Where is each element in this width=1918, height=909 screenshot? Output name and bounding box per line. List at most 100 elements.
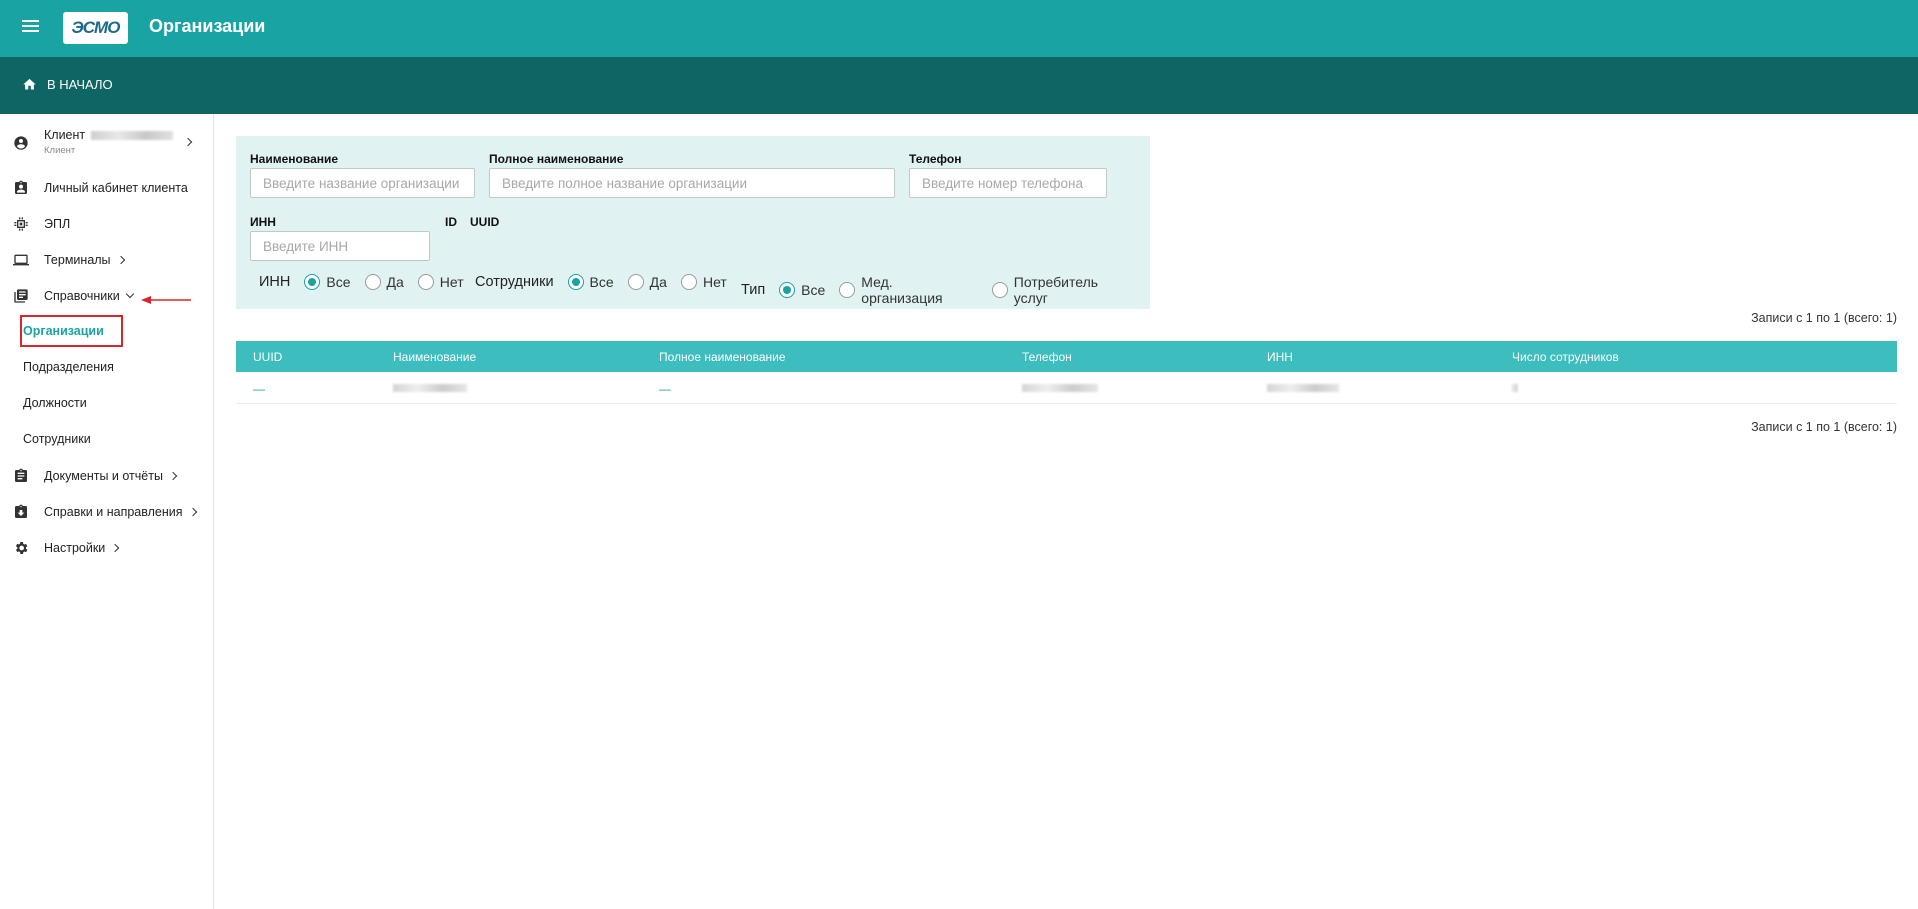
red-arrow-annotation xyxy=(141,296,191,304)
inn-filter-label: ИНН xyxy=(250,215,276,229)
breadcrumb-bar: В НАЧАЛО xyxy=(0,57,1918,114)
sidebar-item-documents[interactable]: Документы и отчёты xyxy=(0,462,213,490)
radio-label: Да xyxy=(386,274,404,290)
sidebar-item-certificates[interactable]: Справки и направления xyxy=(0,498,213,526)
inn-radio-all[interactable]: Все xyxy=(304,274,351,290)
home-link-label: В НАЧАЛО xyxy=(47,77,113,92)
inn-radio-yes[interactable]: Да xyxy=(364,274,404,290)
client-label: Клиент xyxy=(44,128,86,142)
chevron-right-icon xyxy=(116,255,125,265)
radio-circle xyxy=(417,274,434,290)
employees-radio-no[interactable]: Нет xyxy=(680,274,727,290)
library-icon xyxy=(14,289,28,303)
sidebar-item-label-wrap: Настройки xyxy=(44,541,120,555)
sidebar-item-label-wrap: Терминалы xyxy=(44,253,125,267)
chevron-right-icon xyxy=(183,137,193,147)
inn-radio-no[interactable]: Нет xyxy=(417,274,464,290)
logo-text: ЭСМО xyxy=(71,18,121,37)
radio-group-label: Сотрудники xyxy=(475,274,554,290)
sidebar-item-settings[interactable]: Настройки xyxy=(0,534,213,562)
chevron-down-icon xyxy=(125,289,134,299)
sidebar-subitem-departments[interactable]: Подразделения xyxy=(23,360,114,374)
employees-radio-yes[interactable]: Да xyxy=(627,274,667,290)
chevron-right-icon xyxy=(111,543,120,553)
records-count-top: Записи с 1 по 1 (всего: 1) xyxy=(1751,311,1897,325)
home-icon xyxy=(23,78,36,90)
clipboard-icon xyxy=(15,468,27,482)
column-header-inn[interactable]: ИНН xyxy=(1267,350,1293,364)
page-title: Организации xyxy=(149,16,266,36)
cell-name-redacted xyxy=(393,384,467,392)
radio-label: Нет xyxy=(439,274,464,290)
column-header-employee-count[interactable]: Число сотрудников xyxy=(1512,350,1619,364)
sidebar-item-terminals[interactable]: Терминалы xyxy=(0,246,213,274)
cell-phone-redacted xyxy=(1022,384,1098,392)
hamburger-menu-icon[interactable] xyxy=(20,17,42,39)
radio-circle xyxy=(779,282,796,298)
column-header-uuid[interactable]: UUID xyxy=(253,350,282,364)
employees-radio-all[interactable]: Все xyxy=(567,274,614,290)
type-radio-group: Тип Все Мед. организация Потребитель усл… xyxy=(741,274,1150,306)
inn-filter-input[interactable] xyxy=(250,231,430,261)
radio-label: Нет xyxy=(702,274,727,290)
table-row[interactable]: — — xyxy=(236,372,1897,404)
full-name-filter-input[interactable] xyxy=(489,168,895,198)
sidebar-item-label-wrap: Документы и отчёты xyxy=(44,469,178,483)
radio-circle xyxy=(627,274,644,290)
sidebar-item-label: Личный кабинет клиента xyxy=(44,181,188,195)
sidebar-item-label-wrap: Справки и направления xyxy=(44,505,197,519)
cell-full-name[interactable]: — xyxy=(659,382,671,396)
laptop-icon xyxy=(13,254,29,266)
radio-label: Все xyxy=(326,274,351,290)
chevron-right-icon xyxy=(188,507,197,517)
chip-icon xyxy=(14,217,28,231)
home-link[interactable]: В НАЧАЛО xyxy=(22,77,113,92)
gear-icon xyxy=(15,542,28,554)
radio-circle xyxy=(680,274,697,290)
radio-label: Да xyxy=(649,274,667,290)
top-app-bar: ЭСМО Организации xyxy=(0,0,1918,57)
column-header-name[interactable]: Наименование xyxy=(393,350,476,364)
name-filter-label: Наименование xyxy=(250,152,339,166)
sidebar-item-epl[interactable]: ЭПЛ xyxy=(0,210,213,238)
uuid-filter-label[interactable]: UUID xyxy=(470,215,499,229)
radio-circle xyxy=(304,274,321,290)
name-filter-input[interactable] xyxy=(250,168,475,198)
sidebar: Клиент Клиент Личный кабинет клиента ЭПЛ… xyxy=(0,114,214,909)
sidebar-subitem-organizations[interactable]: Организации xyxy=(23,324,104,338)
phone-filter-label: Телефон xyxy=(909,152,962,166)
radio-group-label: ИНН xyxy=(259,274,291,290)
client-name-redacted xyxy=(91,131,174,141)
filter-panel: Наименование Полное наименование Телефон… xyxy=(236,136,1150,309)
type-radio-medical[interactable]: Мед. организация xyxy=(839,274,978,306)
cell-employee-count-redacted xyxy=(1512,384,1518,392)
chevron-right-icon xyxy=(168,471,178,481)
logo[interactable]: ЭСМО xyxy=(63,12,128,44)
id-filter-label[interactable]: ID xyxy=(445,215,457,229)
cell-uuid[interactable]: — xyxy=(253,382,265,396)
radio-label: Все xyxy=(801,282,826,298)
radio-label: Мед. организация xyxy=(861,274,943,306)
sidebar-subitem-positions[interactable]: Должности xyxy=(23,396,87,410)
column-header-full-name[interactable]: Полное наименование xyxy=(659,350,786,364)
client-sublabel: Клиент xyxy=(44,145,76,156)
column-header-phone[interactable]: Телефон xyxy=(1022,350,1072,364)
radio-circle xyxy=(364,274,381,290)
type-radio-all[interactable]: Все xyxy=(779,282,825,298)
sidebar-item-client[interactable]: Клиент Клиент xyxy=(0,122,213,164)
phone-filter-input[interactable] xyxy=(909,168,1107,198)
sidebar-item-label: Справочники xyxy=(44,289,120,303)
sidebar-subitem-employees[interactable]: Сотрудники xyxy=(23,432,91,446)
radio-circle xyxy=(567,274,584,290)
sidebar-item-client-cabinet[interactable]: Личный кабинет клиента xyxy=(0,174,213,202)
inn-radio-group: ИНН Все Да Нет xyxy=(259,274,478,290)
sidebar-item-label: Документы и отчёты xyxy=(44,469,163,483)
sidebar-item-label: Настройки xyxy=(44,541,106,555)
sidebar-item-label-wrap: Справочники xyxy=(44,289,134,303)
full-name-filter-label: Полное наименование xyxy=(489,152,624,166)
type-radio-consumer[interactable]: Потребитель услуг xyxy=(991,274,1136,306)
radio-circle xyxy=(839,282,856,298)
account-box-icon xyxy=(15,180,27,194)
sidebar-item-label: Терминалы xyxy=(44,253,111,267)
radio-label: Потребитель услуг xyxy=(1013,274,1099,306)
